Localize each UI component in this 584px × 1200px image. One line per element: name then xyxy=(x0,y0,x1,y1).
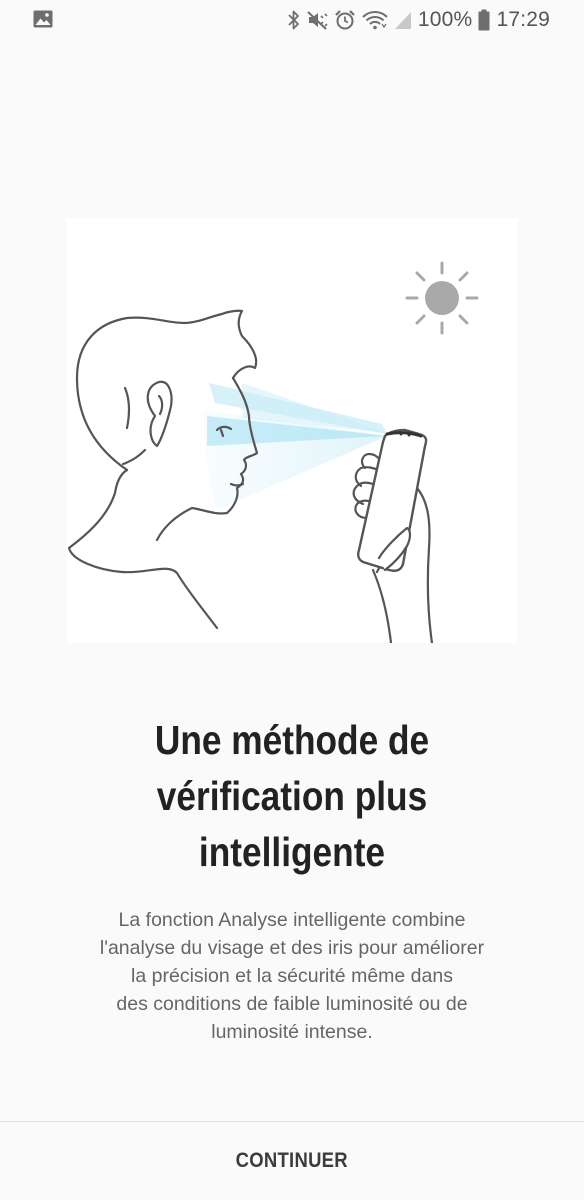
battery-icon xyxy=(478,9,490,31)
description-line: des conditions de faible luminosité ou d… xyxy=(116,993,468,1015)
title-line: intelligente xyxy=(198,829,386,875)
page-title: Une méthode de vérification plus intelli… xyxy=(67,712,518,880)
image-icon xyxy=(33,10,53,33)
wifi-icon xyxy=(362,10,388,30)
status-indicators: 100% 17:29 xyxy=(288,0,550,40)
battery-percentage: 100% xyxy=(417,8,473,31)
mute-icon xyxy=(306,10,328,30)
title-line: vérification plus xyxy=(156,773,428,819)
title-line: Une méthode de xyxy=(154,717,430,763)
continue-label: CONTINUER xyxy=(235,1149,349,1172)
feature-description: La fonction Analyse intelligente combine… xyxy=(40,906,544,1046)
description-line: la précision et la sécurité même dans xyxy=(131,965,453,987)
description-line: l'analyse du visage et des iris pour amé… xyxy=(99,937,485,959)
description-line: luminosité intense. xyxy=(211,1021,373,1043)
continue-button[interactable]: CONTINUER xyxy=(0,1122,584,1200)
description-line: La fonction Analyse intelligente combine xyxy=(118,909,466,931)
clock: 17:29 xyxy=(496,8,550,31)
scan-beam xyxy=(201,383,387,510)
alarm-icon xyxy=(334,9,356,31)
signal-icon xyxy=(394,10,412,30)
status-bar: 100% 17:29 xyxy=(0,0,584,40)
bluetooth-icon xyxy=(288,9,300,31)
face-scan-illustration xyxy=(67,218,517,643)
sun-icon xyxy=(405,261,479,335)
